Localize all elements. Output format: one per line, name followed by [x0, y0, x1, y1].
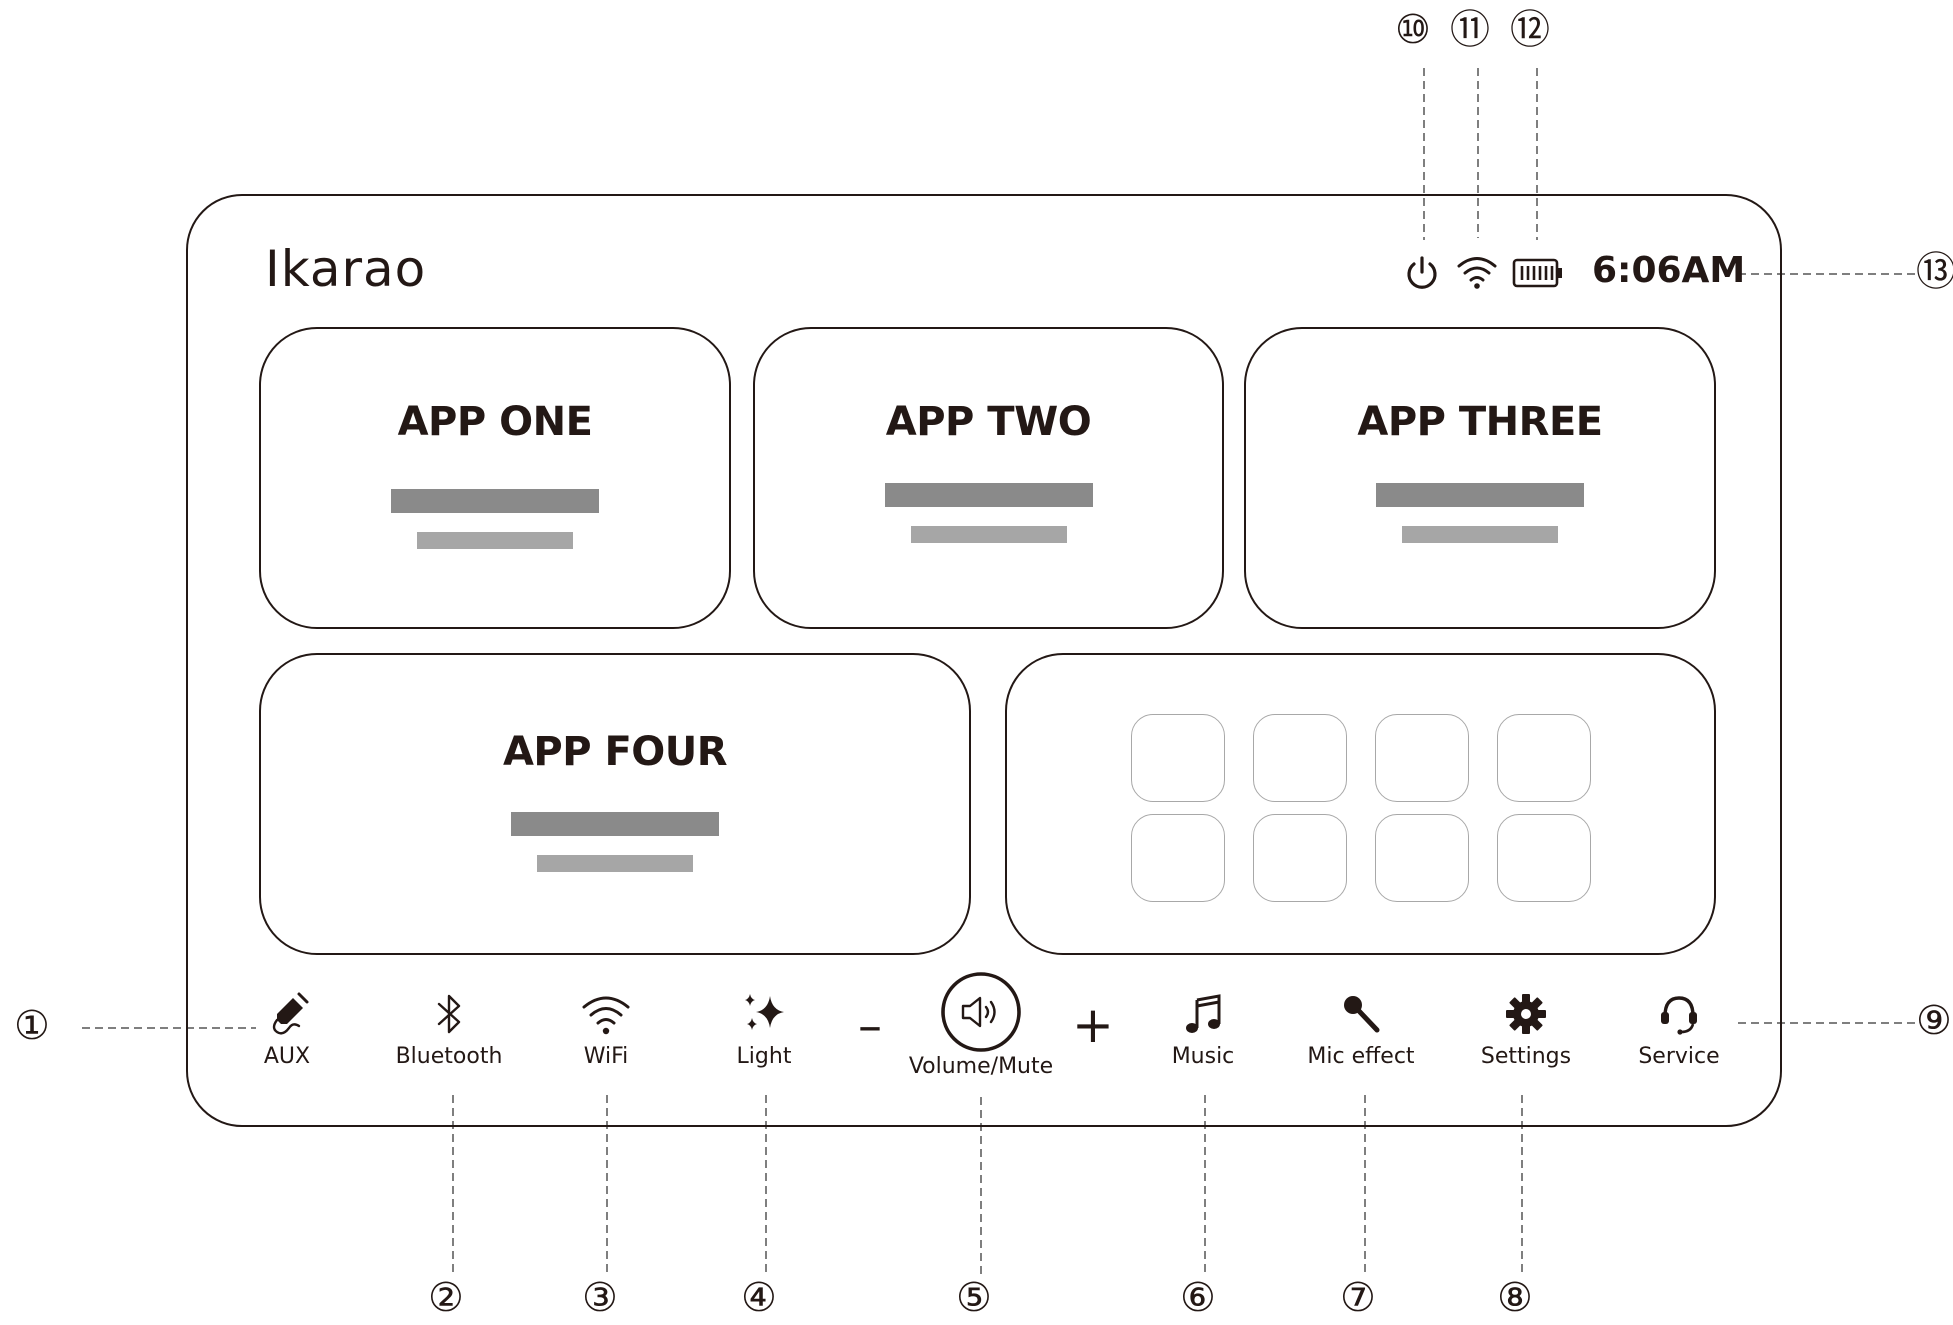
app-tile[interactable]	[1253, 814, 1347, 902]
headset-icon	[1661, 996, 1697, 1035]
speaker-icon	[941, 972, 1021, 1052]
bluetooth-label: Bluetooth	[395, 1044, 503, 1069]
callout-4: ④	[741, 1275, 777, 1321]
music-button[interactable]: Music	[1128, 990, 1278, 1069]
app-title: APP ONE	[397, 399, 593, 445]
clock-time: 6:06AM	[1592, 250, 1746, 291]
service-button[interactable]: Service	[1604, 990, 1754, 1069]
music-note-icon	[1186, 994, 1221, 1033]
placeholder-bar	[1402, 526, 1558, 543]
app-tile[interactable]	[1375, 814, 1469, 902]
power-icon[interactable]	[1402, 253, 1442, 298]
volume-down-button[interactable]: –	[858, 998, 882, 1054]
placeholder-bar	[537, 855, 693, 872]
app-tile[interactable]	[1131, 714, 1225, 802]
app-tile[interactable]	[1497, 714, 1591, 802]
app-card-one[interactable]: APP ONE	[259, 327, 731, 629]
wifi-label: WiFi	[583, 1044, 629, 1069]
placeholder-bar	[1376, 483, 1584, 507]
callout-10: ⑩	[1395, 7, 1431, 53]
brand-logo: Ikarao	[265, 240, 427, 298]
app-tile[interactable]	[1131, 814, 1225, 902]
placeholder-bar	[884, 483, 1093, 507]
sparkle-icon	[745, 994, 784, 1030]
volume-mute-button[interactable]: Volume/Mute	[906, 970, 1056, 1079]
app-tile[interactable]	[1375, 714, 1469, 802]
service-label: Service	[1638, 1044, 1720, 1069]
placeholder-bar	[910, 526, 1067, 543]
callout-9: ⑨	[1916, 998, 1952, 1044]
music-label: Music	[1171, 1044, 1235, 1069]
callout-2: ②	[428, 1275, 464, 1321]
app-tile[interactable]	[1497, 814, 1591, 902]
callout-11: ⑪	[1450, 7, 1490, 53]
microphone-icon	[1344, 996, 1380, 1033]
app-card-three[interactable]: APP THREE	[1244, 327, 1716, 629]
battery-icon	[1512, 257, 1564, 294]
app-title: APP FOUR	[502, 729, 728, 775]
app-title: APP TWO	[885, 399, 1092, 445]
bluetooth-icon	[437, 994, 461, 1034]
light-button[interactable]: Light	[689, 990, 839, 1069]
placeholder-bar	[511, 812, 719, 836]
settings-label: Settings	[1480, 1044, 1572, 1069]
settings-button[interactable]: Settings	[1451, 990, 1601, 1069]
placeholder-bar	[417, 532, 573, 549]
callout-3: ③	[582, 1275, 618, 1321]
light-label: Light	[736, 1044, 792, 1069]
callout-5: ⑤	[956, 1275, 992, 1321]
callout-7: ⑦	[1340, 1275, 1376, 1321]
app-tile[interactable]	[1253, 714, 1347, 802]
wifi-icon[interactable]	[1455, 252, 1499, 297]
wifi-icon	[582, 996, 630, 1035]
callout-12: ⑫	[1510, 7, 1550, 53]
callout-6: ⑥	[1180, 1275, 1216, 1321]
placeholder-bar	[391, 489, 599, 513]
aux-button[interactable]: AUX	[212, 990, 362, 1069]
callout-1: ①	[14, 1003, 50, 1049]
app-card-two[interactable]: APP TWO	[753, 327, 1224, 629]
aux-cable-icon	[272, 992, 309, 1035]
aux-label: AUX	[263, 1044, 311, 1069]
wifi-button[interactable]: WiFi	[531, 990, 681, 1069]
app-grid-card	[1005, 653, 1716, 955]
volume-up-button[interactable]: +	[1072, 996, 1114, 1054]
app-card-four[interactable]: APP FOUR	[259, 653, 971, 955]
mic-effect-label: Mic effect	[1307, 1044, 1415, 1069]
callout-8: ⑧	[1497, 1275, 1533, 1321]
callout-13: ⑬	[1916, 249, 1953, 295]
volume-label: Volume/Mute	[908, 1054, 1054, 1079]
mic-effect-button[interactable]: Mic effect	[1286, 990, 1436, 1069]
bluetooth-button[interactable]: Bluetooth	[374, 990, 524, 1069]
gear-icon	[1506, 994, 1546, 1034]
app-title: APP THREE	[1357, 399, 1603, 445]
